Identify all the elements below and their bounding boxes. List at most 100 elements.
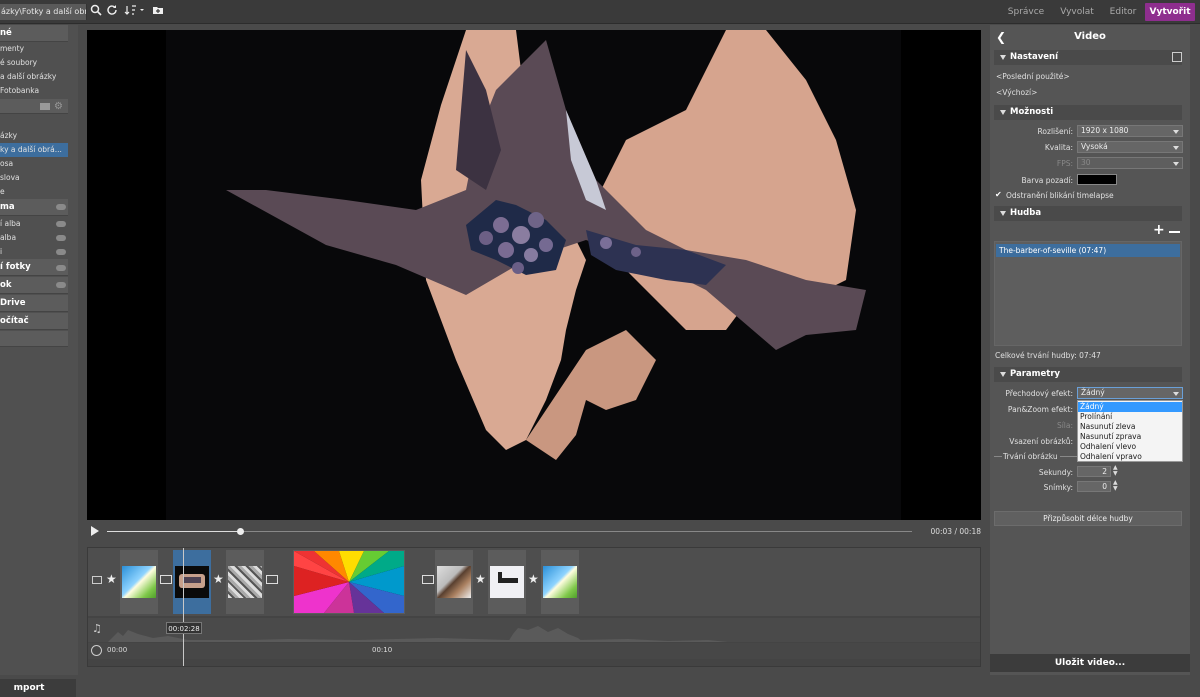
flicker-label: Odstranění blikání timelapse: [1006, 191, 1114, 200]
save-video-button[interactable]: Uložit video...: [990, 654, 1190, 672]
sidebar-item[interactable]: ázky: [0, 129, 68, 143]
sidebar-header-folders: ⚙: [0, 99, 68, 114]
strength-label: Síla:: [1056, 421, 1073, 430]
sidebar-item[interactable]: slova: [0, 171, 68, 185]
tab-manager[interactable]: Správce: [1002, 0, 1050, 24]
frames-stepper-icon[interactable]: ▲ ▼: [1113, 480, 1118, 492]
dropdown-option[interactable]: Prolínání: [1078, 412, 1182, 422]
clip[interactable]: [293, 550, 405, 614]
clock-icon: [91, 645, 102, 656]
sidebar-item-selected[interactable]: ky a další obrá...: [0, 143, 68, 157]
sidebar-header-favorites[interactable]: né: [0, 25, 68, 42]
tab-create[interactable]: Vytvořit: [1145, 3, 1195, 21]
path-field[interactable]: ázky\Fotky a další obrázky: [0, 4, 87, 20]
transition-select[interactable]: Žádný: [1077, 387, 1183, 399]
seconds-input[interactable]: 2: [1077, 466, 1111, 477]
panel-title: Video: [1074, 31, 1106, 42]
bg-color-swatch[interactable]: [1077, 174, 1117, 185]
refresh-icon[interactable]: [104, 4, 120, 20]
dropdown-option[interactable]: Odhalení vpravo: [1078, 452, 1182, 462]
dropdown-option[interactable]: Nasunutí zprava: [1078, 432, 1182, 442]
cloud-icon: [56, 235, 66, 241]
sidebar-header-computer[interactable]: očítač: [0, 313, 68, 330]
clip-thumbnail: [294, 551, 404, 613]
flicker-checkbox[interactable]: ✔: [995, 191, 1003, 199]
fit-to-music-button[interactable]: Přizpůsobit délce hudby: [994, 511, 1182, 526]
add-music-icon[interactable]: +: [1153, 223, 1165, 237]
clip-thumbnail: [122, 566, 156, 598]
clip-thumbnail: [543, 566, 577, 598]
cloud-icon: [56, 265, 66, 271]
search-icon[interactable]: [88, 4, 104, 20]
sidebar-item[interactable]: osa: [0, 157, 68, 171]
section-music[interactable]: Hudba: [994, 206, 1182, 221]
transition-icon[interactable]: [160, 575, 172, 584]
clip-thumbnail: [437, 566, 471, 598]
sidebar-header-drive[interactable]: Drive: [0, 295, 68, 312]
sidebar-item[interactable]: é soubory: [0, 56, 68, 70]
seconds-stepper-icon[interactable]: ▲ ▼: [1113, 465, 1118, 477]
folder-icon[interactable]: [40, 103, 50, 110]
save-preset-icon[interactable]: [1172, 52, 1182, 62]
preset-last-used[interactable]: <Poslední použité>: [996, 72, 1070, 81]
clip[interactable]: [120, 550, 158, 614]
tab-editor[interactable]: Editor: [1104, 0, 1142, 24]
gear-icon[interactable]: ⚙: [54, 101, 63, 112]
audio-track[interactable]: ♫: [88, 618, 980, 642]
play-button[interactable]: [91, 526, 99, 536]
dropdown-option[interactable]: Žádný: [1078, 402, 1182, 412]
clip-track: ★ ★ ★ ★: [88, 548, 980, 616]
transition-icon[interactable]: [422, 575, 434, 584]
sidebar-item[interactable]: Fotobanka: [0, 84, 68, 98]
clip[interactable]: [226, 550, 264, 614]
fps-label: FPS:: [1056, 159, 1073, 168]
section-options[interactable]: Možnosti: [994, 105, 1182, 120]
playhead[interactable]: [183, 548, 184, 666]
transition-label: Přechodový efekt:: [1005, 389, 1073, 398]
preset-default[interactable]: <Výchozí>: [996, 88, 1037, 97]
video-preview: [87, 30, 981, 520]
tab-develop[interactable]: Vyvolat: [1054, 0, 1100, 24]
clip-thumbnail: [228, 566, 262, 598]
seek-handle[interactable]: [237, 528, 244, 535]
audio-waveform: [108, 626, 728, 642]
remove-music-icon[interactable]: [1169, 231, 1180, 233]
clip-gap: [280, 550, 290, 614]
frames-input[interactable]: 0: [1077, 481, 1111, 492]
sidebar-item[interactable]: a další obrázky: [0, 70, 68, 84]
frames-label: Snímky:: [1043, 483, 1073, 492]
dropdown-option[interactable]: Odhalení vlevo: [1078, 442, 1182, 452]
star-icon[interactable]: ★: [106, 572, 117, 586]
clip-selected[interactable]: [173, 550, 211, 614]
sort-icon[interactable]: [124, 4, 146, 20]
playhead-time: 00:02:28: [166, 622, 202, 634]
music-item[interactable]: The-barber-of-seville (07:47): [996, 244, 1180, 257]
star-icon[interactable]: ★: [213, 572, 224, 586]
top-toolbar: ázky\Fotky a další obrázky Správce Vyvol…: [0, 0, 1200, 24]
clip-gap: [408, 550, 418, 614]
image-track-icon: [92, 576, 102, 584]
quality-select[interactable]: Vysoká: [1077, 141, 1183, 153]
clip[interactable]: [488, 550, 526, 614]
timeline: ★ ★ ★ ★ ♫ 00:00 00:10 00:02:28: [87, 547, 981, 667]
time-ruler[interactable]: 00:00 00:10: [88, 643, 980, 659]
panzoom-label: Pan&Zoom efekt:: [1007, 405, 1073, 414]
bg-color-label: Barva pozadí:: [1021, 176, 1074, 185]
section-settings[interactable]: Nastavení: [994, 50, 1182, 65]
clip[interactable]: [541, 550, 579, 614]
playback-bar: 00:03 / 00:18: [87, 521, 981, 543]
preview-image: [166, 30, 901, 520]
resolution-select[interactable]: 1920 x 1080: [1077, 125, 1183, 137]
import-button[interactable]: mport: [0, 679, 76, 697]
sidebar-item[interactable]: menty: [0, 42, 68, 56]
ruler-label: 00:00: [107, 646, 128, 654]
new-folder-icon[interactable]: [150, 4, 166, 20]
sidebar-item[interactable]: e: [0, 185, 68, 199]
star-icon[interactable]: ★: [475, 572, 486, 586]
star-icon[interactable]: ★: [528, 572, 539, 586]
clip[interactable]: [435, 550, 473, 614]
cloud-icon: [56, 221, 66, 227]
section-params[interactable]: Parametry: [994, 367, 1182, 382]
transition-icon[interactable]: [266, 575, 278, 584]
dropdown-option[interactable]: Nasunutí zleva: [1078, 422, 1182, 432]
